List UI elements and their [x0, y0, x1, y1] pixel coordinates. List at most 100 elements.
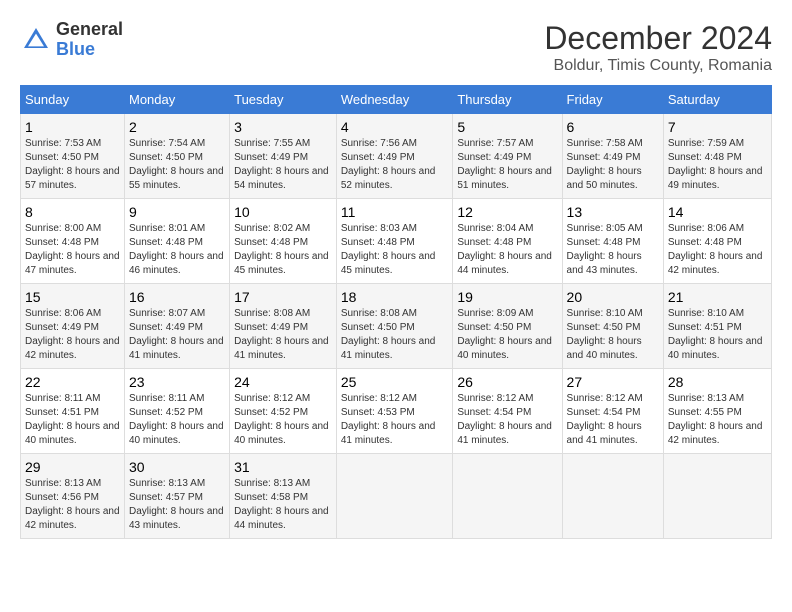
day-info: Sunrise: 8:13 AMSunset: 4:57 PMDaylight:…: [129, 477, 225, 533]
day-number: 16: [129, 289, 225, 305]
calendar-week-row: 8 Sunrise: 8:00 AMSunset: 4:48 PMDaylight…: [21, 199, 772, 284]
calendar-cell: 1Sunrise: 7:53 AMSunset: 4:50 PMDaylight…: [21, 114, 125, 199]
day-number: 1: [25, 119, 120, 135]
calendar-cell: 14 Sunrise: 8:06 AMSunset: 4:48 PMDayligh…: [663, 199, 771, 284]
day-number: 3: [234, 119, 332, 135]
calendar-cell: 13 Sunrise: 8:05 AMSunset: 4:48 PMDayligh…: [562, 199, 663, 284]
calendar-cell: 17 Sunrise: 8:08 AMSunset: 4:49 PMDayligh…: [230, 284, 337, 369]
calendar-cell: 23Sunrise: 8:11 AMSunset: 4:52 PMDayligh…: [125, 369, 230, 454]
calendar-cell: 6 Sunrise: 7:58 AMSunset: 4:49 PMDaylight…: [562, 114, 663, 199]
day-number: 5: [457, 119, 557, 135]
day-number: 30: [129, 459, 225, 475]
day-info: Sunrise: 8:11 AMSunset: 4:52 PMDaylight:…: [129, 392, 225, 448]
header-friday: Friday: [562, 86, 663, 114]
day-number: 11: [341, 204, 449, 220]
calendar-cell: 20Sunrise: 8:10 AMSunset: 4:50 PMDayligh…: [562, 284, 663, 369]
calendar-table: SundayMondayTuesdayWednesdayThursdayFrid…: [20, 85, 772, 539]
calendar-cell: 30 Sunrise: 8:13 AMSunset: 4:57 PMDayligh…: [125, 454, 230, 539]
calendar-cell: [336, 454, 453, 539]
day-info: Sunrise: 7:59 AMSunset: 4:48 PMDaylight:…: [668, 137, 767, 193]
logo-icon: [20, 24, 52, 56]
calendar-cell: 31Sunrise: 8:13 AMSunset: 4:58 PMDayligh…: [230, 454, 337, 539]
header-saturday: Saturday: [663, 86, 771, 114]
calendar-week-row: 1Sunrise: 7:53 AMSunset: 4:50 PMDaylight…: [21, 114, 772, 199]
day-number: 12: [457, 204, 557, 220]
day-info: Sunrise: 8:06 AMSunset: 4:49 PMDaylight:…: [25, 307, 120, 363]
day-info: Sunrise: 8:08 AMSunset: 4:49 PMDaylight:…: [234, 307, 332, 363]
calendar-cell: 29 Sunrise: 8:13 AMSunset: 4:56 PMDayligh…: [21, 454, 125, 539]
day-number: 18: [341, 289, 449, 305]
day-number: 24: [234, 374, 332, 390]
calendar-header-row: SundayMondayTuesdayWednesdayThursdayFrid…: [21, 86, 772, 114]
calendar-cell: 2Sunrise: 7:54 AMSunset: 4:50 PMDaylight…: [125, 114, 230, 199]
day-info: Sunrise: 7:55 AMSunset: 4:49 PMDaylight:…: [234, 137, 332, 193]
day-number: 17: [234, 289, 332, 305]
calendar-cell: 21 Sunrise: 8:10 AMSunset: 4:51 PMDayligh…: [663, 284, 771, 369]
calendar-week-row: 15 Sunrise: 8:06 AMSunset: 4:49 PMDayligh…: [21, 284, 772, 369]
day-number: 4: [341, 119, 449, 135]
day-info: Sunrise: 8:05 AMSunset: 4:48 PMDaylight:…: [567, 222, 659, 278]
calendar-cell: 8 Sunrise: 8:00 AMSunset: 4:48 PMDaylight…: [21, 199, 125, 284]
day-number: 25: [341, 374, 449, 390]
day-info: Sunrise: 8:04 AMSunset: 4:48 PMDaylight:…: [457, 222, 557, 278]
day-number: 22: [25, 374, 120, 390]
calendar-cell: 16Sunrise: 8:07 AMSunset: 4:49 PMDayligh…: [125, 284, 230, 369]
day-info: Sunrise: 8:13 AMSunset: 4:56 PMDaylight:…: [25, 477, 120, 533]
day-info: Sunrise: 8:06 AMSunset: 4:48 PMDaylight:…: [668, 222, 767, 278]
day-number: 9: [129, 204, 225, 220]
calendar-cell: 7 Sunrise: 7:59 AMSunset: 4:48 PMDaylight…: [663, 114, 771, 199]
calendar-cell: 27Sunrise: 8:12 AMSunset: 4:54 PMDayligh…: [562, 369, 663, 454]
day-info: Sunrise: 8:13 AMSunset: 4:55 PMDaylight:…: [668, 392, 767, 448]
day-info: Sunrise: 8:12 AMSunset: 4:52 PMDaylight:…: [234, 392, 332, 448]
day-info: Sunrise: 8:03 AMSunset: 4:48 PMDaylight:…: [341, 222, 449, 278]
calendar-cell: 22 Sunrise: 8:11 AMSunset: 4:51 PMDayligh…: [21, 369, 125, 454]
calendar-week-row: 22 Sunrise: 8:11 AMSunset: 4:51 PMDayligh…: [21, 369, 772, 454]
calendar-cell: 26Sunrise: 8:12 AMSunset: 4:54 PMDayligh…: [453, 369, 562, 454]
day-number: 13: [567, 204, 659, 220]
calendar-cell: 4 Sunrise: 7:56 AMSunset: 4:49 PMDaylight…: [336, 114, 453, 199]
day-info: Sunrise: 8:00 AMSunset: 4:48 PMDaylight:…: [25, 222, 120, 278]
day-number: 15: [25, 289, 120, 305]
day-number: 21: [668, 289, 767, 305]
calendar-cell: 12 Sunrise: 8:04 AMSunset: 4:48 PMDayligh…: [453, 199, 562, 284]
day-number: 28: [668, 374, 767, 390]
calendar-cell: 9Sunrise: 8:01 AMSunset: 4:48 PMDaylight…: [125, 199, 230, 284]
day-number: 19: [457, 289, 557, 305]
day-number: 31: [234, 459, 332, 475]
calendar-week-row: 29 Sunrise: 8:13 AMSunset: 4:56 PMDayligh…: [21, 454, 772, 539]
logo: General Blue: [20, 20, 123, 60]
header-wednesday: Wednesday: [336, 86, 453, 114]
calendar-cell: 11 Sunrise: 8:03 AMSunset: 4:48 PMDayligh…: [336, 199, 453, 284]
day-info: Sunrise: 7:56 AMSunset: 4:49 PMDaylight:…: [341, 137, 449, 193]
month-title: December 2024: [544, 20, 772, 57]
day-info: Sunrise: 8:02 AMSunset: 4:48 PMDaylight:…: [234, 222, 332, 278]
day-info: Sunrise: 7:57 AMSunset: 4:49 PMDaylight:…: [457, 137, 557, 193]
calendar-cell: 24 Sunrise: 8:12 AMSunset: 4:52 PMDayligh…: [230, 369, 337, 454]
day-number: 8: [25, 204, 120, 220]
header-tuesday: Tuesday: [230, 86, 337, 114]
header-sunday: Sunday: [21, 86, 125, 114]
day-number: 2: [129, 119, 225, 135]
day-info: Sunrise: 8:12 AMSunset: 4:54 PMDaylight:…: [457, 392, 557, 448]
calendar-cell: 18Sunrise: 8:08 AMSunset: 4:50 PMDayligh…: [336, 284, 453, 369]
calendar-cell: 15 Sunrise: 8:06 AMSunset: 4:49 PMDayligh…: [21, 284, 125, 369]
page-header: General Blue December 2024 Boldur, Timis…: [20, 20, 772, 75]
day-info: Sunrise: 8:11 AMSunset: 4:51 PMDaylight:…: [25, 392, 120, 448]
calendar-cell: 28 Sunrise: 8:13 AMSunset: 4:55 PMDayligh…: [663, 369, 771, 454]
calendar-cell: 10Sunrise: 8:02 AMSunset: 4:48 PMDayligh…: [230, 199, 337, 284]
calendar-cell: 19 Sunrise: 8:09 AMSunset: 4:50 PMDayligh…: [453, 284, 562, 369]
day-number: 20: [567, 289, 659, 305]
calendar-cell: [562, 454, 663, 539]
day-info: Sunrise: 8:10 AMSunset: 4:51 PMDaylight:…: [668, 307, 767, 363]
day-number: 29: [25, 459, 120, 475]
location-subtitle: Boldur, Timis County, Romania: [544, 57, 772, 75]
day-info: Sunrise: 7:58 AMSunset: 4:49 PMDaylight:…: [567, 137, 659, 193]
day-number: 7: [668, 119, 767, 135]
calendar-cell: [663, 454, 771, 539]
logo-general-text: General: [56, 20, 123, 40]
header-monday: Monday: [125, 86, 230, 114]
day-number: 14: [668, 204, 767, 220]
day-number: 6: [567, 119, 659, 135]
day-info: Sunrise: 8:09 AMSunset: 4:50 PMDaylight:…: [457, 307, 557, 363]
day-info: Sunrise: 8:12 AMSunset: 4:54 PMDaylight:…: [567, 392, 659, 448]
